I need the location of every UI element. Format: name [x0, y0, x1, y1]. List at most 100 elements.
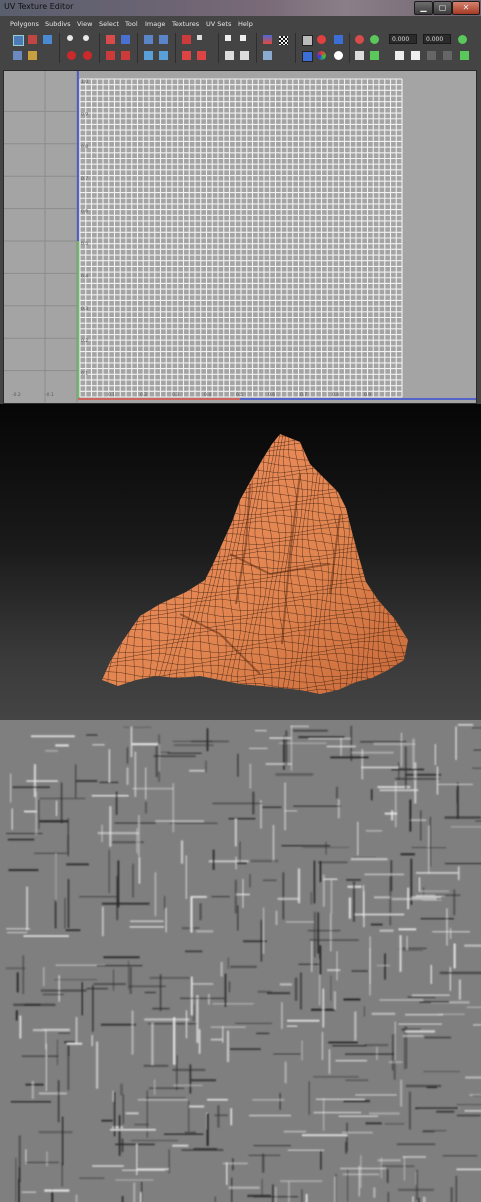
- toolbar-separator: [175, 33, 176, 63]
- uv-wireframe: [79, 78, 403, 398]
- ruler-label-u: -0.1: [45, 392, 54, 398]
- uv-shell-icon[interactable]: [370, 51, 379, 60]
- flip-v-icon[interactable]: [83, 35, 89, 41]
- ruler-label-u: 0.9: [364, 392, 371, 398]
- toolbar: 0.000 0.000: [3, 30, 478, 66]
- menu-select[interactable]: Select: [99, 20, 119, 28]
- shrink-selection-icon[interactable]: [240, 51, 249, 60]
- v-value-field[interactable]: 0.000: [423, 34, 451, 44]
- maximize-button[interactable]: ▢: [433, 1, 452, 15]
- mesh-edge: [102, 434, 408, 438]
- rotate-cw-icon[interactable]: [83, 51, 92, 60]
- menu-help[interactable]: Help: [238, 20, 253, 28]
- shaded-icon[interactable]: [302, 35, 313, 46]
- pin-icon[interactable]: [370, 35, 379, 44]
- refresh-icon[interactable]: [458, 35, 467, 44]
- paste-u-icon[interactable]: [427, 51, 436, 60]
- image-icon[interactable]: [263, 35, 272, 44]
- ruler-label-u: 0.4: [204, 392, 211, 398]
- ruler-label-u: 0.3: [172, 392, 179, 398]
- menu-bar: Polygons Subdivs View Select Tool Image …: [3, 19, 478, 30]
- ruler-label-v: 0.3: [81, 306, 88, 312]
- close-button[interactable]: ✕: [452, 1, 480, 15]
- merge-uv-icon[interactable]: [121, 51, 130, 60]
- uv-viewport[interactable]: 1.0 0.9 0.8 0.7 0.6 0.5 0.4 0.3 0.2 0.1 -0.2 -0.1 0.…: [3, 70, 477, 404]
- display-image-icon[interactable]: [263, 51, 272, 60]
- copy-uv-icon[interactable]: [395, 51, 404, 60]
- minimize-button[interactable]: ▁: [414, 1, 433, 15]
- grid-icon[interactable]: [182, 35, 191, 44]
- ruler-label-v: 0.6: [81, 209, 88, 215]
- select-edge-icon[interactable]: [28, 51, 37, 60]
- ruler-label-v: 0.7: [81, 176, 88, 182]
- grow-selection-icon[interactable]: [225, 51, 234, 60]
- menu-subdivs[interactable]: Subdivs: [45, 20, 71, 28]
- ruler-label-v: 0.5: [81, 241, 88, 247]
- window-title: UV Texture Editor: [4, 2, 74, 11]
- select-uv-icon[interactable]: [13, 35, 24, 46]
- toolbar-separator: [99, 33, 100, 63]
- mesh-edge: [102, 460, 408, 468]
- mesh-edge: [404, 434, 408, 694]
- ruler-label-u: 0.8: [332, 392, 339, 398]
- straighten-icon[interactable]: [159, 51, 168, 60]
- align-max-icon[interactable]: [197, 51, 206, 60]
- snap-icon[interactable]: [197, 35, 202, 40]
- mesh-edge: [102, 448, 408, 456]
- select-shell-icon[interactable]: [240, 35, 246, 41]
- ruler-label-v: 0.8: [81, 144, 88, 150]
- uv-grid-canvas[interactable]: 1.0 0.9 0.8 0.7 0.6 0.5 0.4 0.3 0.2 0.1 -0.2 -0.1 0.…: [4, 71, 476, 403]
- cut-uv-icon[interactable]: [106, 35, 115, 44]
- ruler-label-v: 0.2: [81, 338, 88, 344]
- ruler-label-v: 0.9: [81, 111, 88, 117]
- isolate-icon[interactable]: [355, 35, 364, 44]
- ruler-label-u: 0.6: [268, 392, 275, 398]
- menu-textures[interactable]: Textures: [172, 20, 199, 28]
- color-channel-icon[interactable]: [317, 35, 326, 44]
- ruler-label-u: 0.5: [236, 392, 243, 398]
- menu-view[interactable]: View: [77, 20, 92, 28]
- move-uv-icon[interactable]: [28, 35, 37, 44]
- ruler-label-u: 0.1: [108, 392, 115, 398]
- paste-uv-icon[interactable]: [411, 51, 420, 60]
- menu-image[interactable]: Image: [145, 20, 165, 28]
- sew-uv-icon[interactable]: [121, 35, 130, 44]
- rgb-channel-icon[interactable]: [317, 51, 326, 60]
- normal-map-texture: [0, 720, 481, 1202]
- select-border-icon[interactable]: [225, 35, 231, 41]
- select-face-icon[interactable]: [13, 51, 22, 60]
- relax-icon[interactable]: [144, 51, 153, 60]
- rotate-uv-icon[interactable]: [43, 35, 52, 44]
- ruler-label-u: 0.7: [300, 392, 307, 398]
- normal-crease-lines: [5, 723, 481, 1202]
- layout-icon[interactable]: [159, 35, 168, 44]
- rock-mesh: [102, 434, 408, 694]
- flip-u-icon[interactable]: [67, 35, 73, 41]
- mesh-edge: [102, 466, 408, 474]
- align-min-icon[interactable]: [182, 51, 191, 60]
- toolbar-separator: [137, 33, 138, 63]
- toolbar-separator: [295, 33, 296, 63]
- mesh-edge: [102, 682, 408, 690]
- ruler-label-u: -0.2: [12, 392, 21, 398]
- title-bar[interactable]: UV Texture Editor ▁ ▢ ✕: [0, 0, 481, 16]
- menu-polygons[interactable]: Polygons: [10, 20, 39, 28]
- ruler-label-v: 0.1: [81, 371, 88, 377]
- rotate-ccw-icon[interactable]: [67, 51, 76, 60]
- menu-tool[interactable]: Tool: [125, 20, 138, 28]
- ruler-label-v: 1.0: [81, 79, 88, 85]
- unfold-icon[interactable]: [144, 35, 153, 44]
- cycle-uv-icon[interactable]: [460, 51, 469, 60]
- dim-image-icon[interactable]: [302, 51, 313, 62]
- menu-uv-sets[interactable]: UV Sets: [206, 20, 231, 28]
- checker-icon[interactable]: [279, 36, 288, 45]
- uv-lock-icon[interactable]: [355, 51, 364, 60]
- render-view: [0, 404, 481, 720]
- ruler-label-u: 0.2: [140, 392, 147, 398]
- split-uv-icon[interactable]: [106, 51, 115, 60]
- texture-filter-icon[interactable]: [334, 35, 343, 44]
- u-value-field[interactable]: 0.000: [389, 34, 417, 44]
- paste-v-icon[interactable]: [443, 51, 452, 60]
- rock-surface: [102, 434, 408, 694]
- alpha-channel-icon[interactable]: [334, 51, 343, 60]
